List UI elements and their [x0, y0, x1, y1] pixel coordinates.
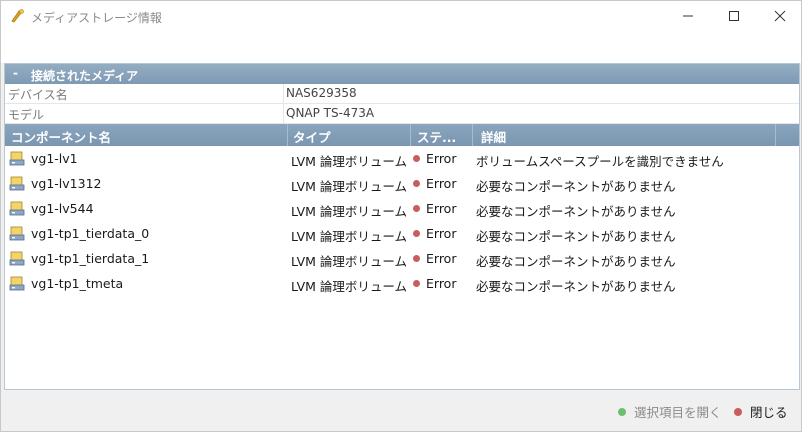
column-divider — [283, 84, 284, 103]
green-dot-icon — [618, 407, 626, 416]
maximize-button[interactable] — [711, 1, 757, 31]
column-divider — [283, 104, 284, 123]
component-name: vg1-lv1312 — [31, 176, 102, 191]
volume-icon — [9, 250, 25, 266]
component-name: vg1-tp1_tierdata_0 — [31, 226, 150, 241]
error-status-icon — [413, 155, 420, 162]
close-icon — [774, 10, 786, 22]
column-header-type[interactable]: タイプ — [293, 127, 331, 146]
component-detail: 必要なコンポーネントがありません — [476, 254, 676, 269]
component-name: vg1-lv544 — [31, 201, 94, 216]
component-type: LVM 論理ボリューム — [291, 179, 408, 194]
status-cell: Error — [413, 201, 456, 216]
table-row[interactable]: vg1-lv1312 LVM 論理ボリューム Error 必要なコンポーネントが… — [5, 171, 799, 196]
column-divider[interactable] — [287, 124, 288, 146]
component-detail: 必要なコンポーネントがありません — [476, 229, 676, 244]
column-divider[interactable] — [472, 124, 473, 146]
table-row[interactable]: vg1-lv1 LVM 論理ボリューム Error ボリュームスペースプールを識… — [5, 146, 799, 171]
error-status-icon — [413, 280, 420, 287]
column-header-component-name[interactable]: コンポーネント名 — [11, 127, 111, 146]
open-selected-button[interactable]: 選択項目を開く — [618, 402, 722, 421]
close-button[interactable]: 閉じる — [734, 402, 788, 421]
error-status-icon — [413, 230, 420, 237]
status-cell: Error — [413, 276, 456, 291]
status-text: Error — [426, 226, 457, 241]
property-value: QNAP TS-473A — [286, 106, 375, 120]
close-window-button[interactable] — [757, 1, 802, 31]
table-row[interactable]: vg1-tp1_tierdata_0 LVM 論理ボリューム Error 必要な… — [5, 221, 799, 246]
status-text: Error — [426, 151, 457, 166]
property-row-model: モデル QNAP TS-473A — [5, 104, 799, 124]
volume-icon — [9, 175, 25, 191]
window-title: メディアストレージ情報 — [31, 11, 162, 25]
component-type: LVM 論理ボリューム — [291, 229, 408, 244]
red-dot-icon — [734, 407, 742, 416]
volume-icon — [9, 275, 25, 291]
status-text: Error — [426, 276, 457, 291]
section-title: 接続されたメディア — [31, 69, 139, 83]
status-text: Error — [426, 176, 457, 191]
property-key: モデル — [8, 108, 45, 122]
toolbar-area — [1, 31, 801, 63]
component-name: vg1-tp1_tierdata_1 — [31, 251, 150, 266]
property-row-device-name: デバイス名 NAS629358 — [5, 84, 799, 104]
component-name: vg1-tp1_tmeta — [31, 276, 124, 291]
error-status-icon — [413, 255, 420, 262]
component-detail: 必要なコンポーネントがありません — [476, 179, 676, 194]
storage-app-icon — [10, 8, 26, 24]
volume-icon — [9, 200, 25, 216]
status-text: Error — [426, 251, 457, 266]
component-detail: ボリュームスペースプールを識別できません — [476, 154, 724, 169]
error-status-icon — [413, 180, 420, 187]
minimize-icon — [683, 15, 693, 17]
status-text: Error — [426, 201, 457, 216]
media-storage-info-window: メディアストレージ情報 - 接続されたメディア デバイス名 NAS629358 … — [0, 0, 802, 432]
status-cell: Error — [413, 251, 456, 266]
status-cell: Error — [413, 151, 456, 166]
minimize-button[interactable] — [665, 1, 711, 31]
component-grid-header: コンポーネント名 タイプ ステ... 詳細 — [5, 124, 799, 146]
volume-icon — [9, 225, 25, 241]
volume-icon — [9, 150, 25, 166]
component-type: LVM 論理ボリューム — [291, 154, 408, 169]
component-detail: 必要なコンポーネントがありません — [476, 204, 676, 219]
table-row[interactable]: vg1-tp1_tmeta LVM 論理ボリューム Error 必要なコンポーネ… — [5, 271, 799, 296]
column-header-detail[interactable]: 詳細 — [481, 127, 506, 146]
status-cell: Error — [413, 226, 456, 241]
title-bar: メディアストレージ情報 — [1, 1, 801, 31]
close-label: 閉じる — [750, 405, 788, 420]
component-list: vg1-lv1 LVM 論理ボリューム Error ボリュームスペースプールを識… — [5, 146, 799, 296]
maximize-icon — [729, 11, 739, 21]
column-divider[interactable] — [775, 124, 776, 146]
component-name: vg1-lv1 — [31, 151, 78, 166]
table-row[interactable]: vg1-lv544 LVM 論理ボリューム Error 必要なコンポーネントがあ… — [5, 196, 799, 221]
property-key: デバイス名 — [8, 88, 68, 102]
collapse-toggle[interactable]: - — [13, 66, 18, 80]
column-divider[interactable] — [410, 124, 411, 146]
open-selected-label: 選択項目を開く — [634, 405, 722, 420]
component-type: LVM 論理ボリューム — [291, 254, 408, 269]
table-row[interactable]: vg1-tp1_tierdata_1 LVM 論理ボリューム Error 必要な… — [5, 246, 799, 271]
status-cell: Error — [413, 176, 456, 191]
media-panel: - 接続されたメディア デバイス名 NAS629358 モデル QNAP TS-… — [4, 63, 800, 390]
column-header-status[interactable]: ステ... — [417, 127, 456, 146]
component-type: LVM 論理ボリューム — [291, 279, 408, 294]
component-detail: 必要なコンポーネントがありません — [476, 279, 676, 294]
connected-media-section-header[interactable]: - 接続されたメディア — [5, 64, 799, 84]
property-value: NAS629358 — [286, 86, 357, 100]
error-status-icon — [413, 205, 420, 212]
component-type: LVM 論理ボリューム — [291, 204, 408, 219]
